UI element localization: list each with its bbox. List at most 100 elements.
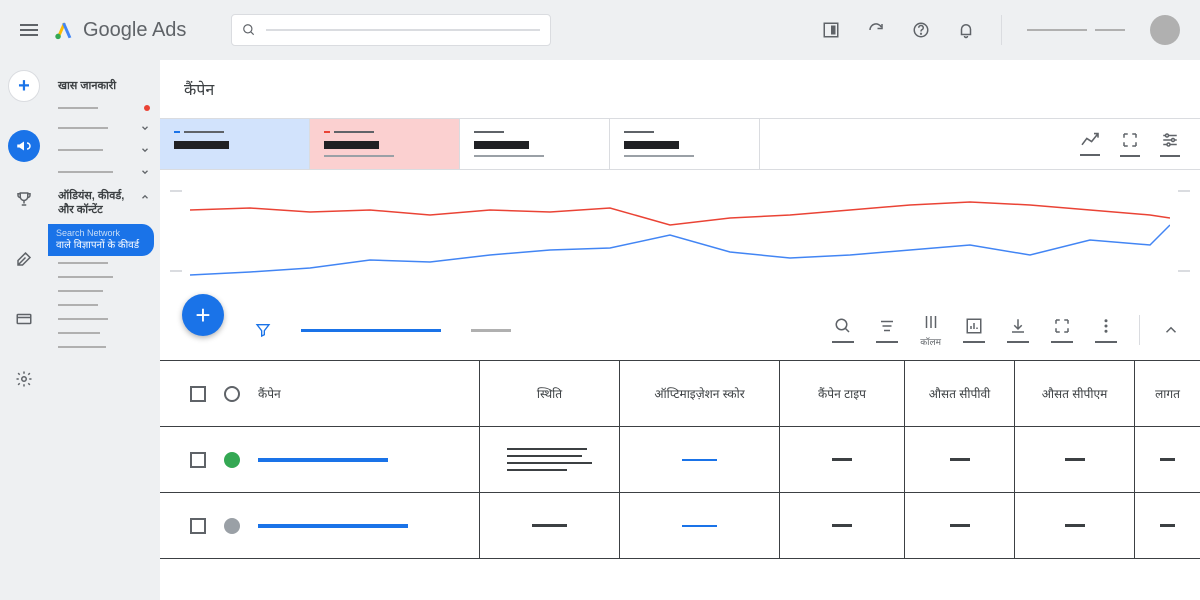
search-icon — [242, 23, 256, 37]
google-ads-logo-icon — [53, 19, 75, 41]
column-header[interactable]: औसत सीपीएम — [1042, 385, 1108, 402]
segment-icon — [878, 317, 896, 335]
column-header[interactable]: औसत सीपीवी — [929, 385, 991, 402]
search-icon — [834, 317, 852, 335]
campaign-name-link[interactable] — [258, 524, 408, 528]
collapse-button[interactable] — [1162, 321, 1180, 339]
avatar[interactable] — [1150, 15, 1180, 45]
table-header-row: कैंपेन स्थिति ऑप्टिमाइज़ेशन स्कोर कैंपेन… — [160, 361, 1200, 427]
reports-icon[interactable] — [821, 20, 841, 40]
chevron-down-icon — [140, 145, 150, 155]
settings-nav[interactable] — [8, 363, 40, 395]
performance-chart — [160, 170, 1200, 300]
date-range-picker[interactable] — [1027, 29, 1125, 31]
columns-icon — [922, 313, 940, 331]
megaphone-icon — [15, 137, 33, 155]
expand-icon — [1053, 317, 1071, 335]
reports-button[interactable] — [963, 317, 985, 343]
status-filter[interactable] — [224, 386, 240, 402]
columns-button[interactable]: कॉलम — [920, 313, 941, 348]
trend-icon — [1080, 132, 1100, 148]
scorecard-metric-2[interactable] — [310, 119, 460, 169]
download-icon — [1009, 317, 1027, 335]
expand-icon — [1121, 131, 1139, 149]
adjust-chart-button[interactable] — [1160, 131, 1180, 157]
cell-value — [832, 524, 852, 527]
sidebar-item[interactable] — [54, 298, 154, 312]
scorecard-metric-3[interactable] — [460, 119, 610, 169]
tools-icon — [15, 250, 33, 268]
notifications-icon[interactable] — [956, 20, 976, 40]
sidebar-item[interactable] — [54, 340, 154, 354]
sidebar-item[interactable] — [54, 270, 154, 284]
column-header[interactable]: ऑप्टिमाइज़ेशन स्कोर — [654, 385, 744, 402]
expand-chart-button[interactable] — [1120, 131, 1140, 157]
cell-value — [950, 458, 970, 461]
hamburger-menu[interactable] — [20, 21, 38, 39]
bar-chart-icon — [965, 317, 983, 335]
table-search-button[interactable] — [832, 317, 854, 343]
select-all-checkbox[interactable] — [190, 386, 206, 402]
row-checkbox[interactable] — [190, 518, 206, 534]
status-indicator-enabled — [224, 452, 240, 468]
more-button[interactable] — [1095, 317, 1117, 343]
campaign-name-link[interactable] — [258, 458, 388, 462]
search-input[interactable] — [231, 14, 551, 46]
gear-icon — [15, 370, 33, 388]
page-title: कैंपेन — [160, 60, 1200, 118]
goals-nav[interactable] — [8, 183, 40, 215]
sidebar-item[interactable] — [54, 326, 154, 340]
opt-score-link[interactable] — [682, 525, 717, 527]
billing-nav[interactable] — [8, 303, 40, 335]
sidebar-item[interactable] — [54, 139, 154, 161]
filter-icon[interactable] — [255, 322, 271, 338]
sidebar-item[interactable] — [54, 284, 154, 298]
column-header[interactable]: लागत — [1155, 385, 1180, 402]
chevron-up-icon — [140, 192, 150, 202]
chevron-down-icon — [140, 167, 150, 177]
sidebar-item[interactable] — [54, 117, 154, 139]
cell-value — [950, 524, 970, 527]
cell-value — [1160, 524, 1175, 527]
download-button[interactable] — [1007, 317, 1029, 343]
add-campaign-button[interactable]: + — [182, 294, 224, 336]
table-row[interactable] — [160, 427, 1200, 493]
scorecard-metric-4[interactable] — [610, 119, 760, 169]
cell-value — [1065, 524, 1085, 527]
filter-chip[interactable] — [471, 329, 511, 332]
logo[interactable]: Google Ads — [53, 19, 186, 42]
sidebar-item[interactable] — [54, 161, 154, 183]
chart-type-button[interactable] — [1080, 132, 1100, 156]
status-cell — [507, 448, 592, 471]
sliders-icon — [1161, 131, 1179, 149]
trophy-icon — [15, 190, 33, 208]
sidebar-item[interactable] — [54, 256, 154, 270]
fullscreen-button[interactable] — [1051, 317, 1073, 343]
status-indicator-paused — [224, 518, 240, 534]
chevron-down-icon — [140, 123, 150, 133]
sidebar-audiences[interactable]: ऑडियंस, कीवर्ड, और कॉन्टेंट — [54, 183, 154, 224]
add-button[interactable]: + — [8, 70, 40, 102]
sidebar-active-item[interactable]: Search Network वाले विज्ञापनों के कीवर्ड — [48, 224, 154, 257]
tools-nav[interactable] — [8, 243, 40, 275]
logo-text: Google Ads — [83, 19, 186, 42]
column-header[interactable]: स्थिति — [537, 385, 562, 402]
cell-value — [1065, 458, 1085, 461]
column-header[interactable]: कैंपेन — [258, 385, 281, 402]
help-icon[interactable] — [911, 20, 931, 40]
campaigns-nav[interactable] — [8, 130, 40, 162]
filter-chip[interactable] — [301, 329, 441, 332]
table-row[interactable] — [160, 493, 1200, 559]
sidebar-overview[interactable]: खास जानकारी — [54, 72, 154, 99]
opt-score-link[interactable] — [682, 459, 717, 461]
scorecard-metric-1[interactable] — [160, 119, 310, 169]
row-checkbox[interactable] — [190, 452, 206, 468]
column-header[interactable]: कैंपेन टाइप — [818, 385, 866, 402]
segment-button[interactable] — [876, 317, 898, 343]
cell-value — [1160, 458, 1175, 461]
alert-dot-icon — [144, 105, 150, 111]
cell-value — [832, 458, 852, 461]
refresh-icon[interactable] — [866, 20, 886, 40]
sidebar-item[interactable] — [54, 312, 154, 326]
sidebar-item[interactable] — [54, 99, 154, 117]
